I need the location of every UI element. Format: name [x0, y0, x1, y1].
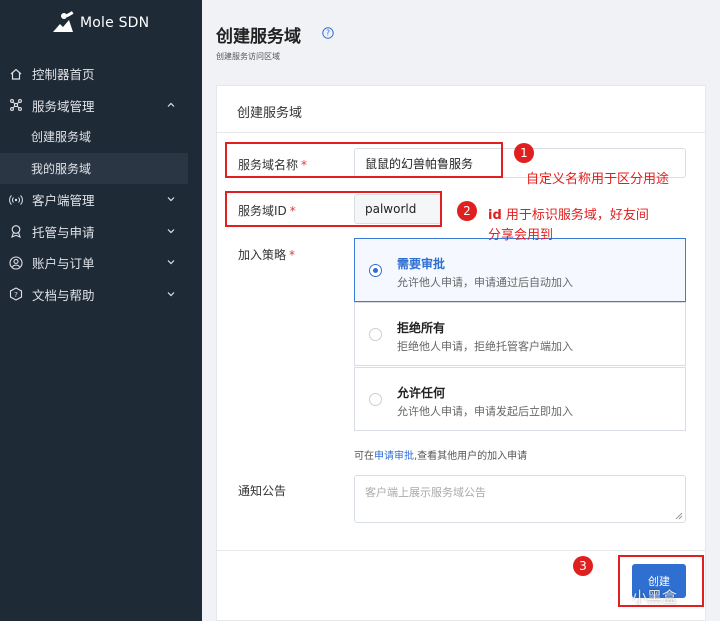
notice-textarea[interactable]: 客户端上展示服务域公告 — [354, 475, 686, 523]
chevron-down-icon — [167, 228, 175, 233]
user-icon — [8, 255, 24, 271]
sidebar-subitem-my-domains[interactable]: 我的服务域 — [0, 152, 188, 184]
resize-handle-icon[interactable] — [675, 512, 683, 520]
sidebar-subitem-label: 创建服务域 — [31, 130, 92, 145]
chevron-down-icon — [167, 291, 175, 296]
join-policy-label: 加入策略 * — [238, 248, 296, 262]
option-title: 允许任何 — [397, 386, 446, 400]
radio-unselected[interactable] — [369, 328, 382, 341]
sidebar-subitem-create-domain[interactable]: 创建服务域 — [0, 121, 202, 153]
svg-text:?: ? — [326, 29, 330, 38]
sidebar-item-hosting[interactable]: 托管与申请 — [0, 216, 202, 248]
sidebar-item-docs[interactable]: ? 文档与帮助 — [0, 279, 202, 311]
chevron-down-icon — [167, 260, 175, 265]
policy-option-allow-any[interactable]: 允许任何 允许他人申请，申请发起后立即加入 — [354, 367, 686, 431]
notice-label: 通知公告 — [238, 484, 287, 498]
page-header: 创建服务域 ? 创建服务访问区域 — [202, 0, 720, 70]
form-title: 创建服务域 — [237, 106, 303, 121]
logo-icon — [53, 11, 74, 32]
radio-selected[interactable] — [369, 264, 382, 277]
option-title: 拒绝所有 — [397, 321, 446, 335]
sidebar-item-domain-management[interactable]: 服务域管理 — [0, 90, 202, 122]
policy-hint: 可在申请审批,查看其他用户的加入申请 — [354, 451, 528, 462]
divider — [217, 132, 705, 133]
sidebar-item-account[interactable]: 账户与订单 — [0, 247, 202, 279]
option-desc: 允许他人申请，申请发起后立即加入 — [397, 405, 573, 418]
annotation-badge-3: 3 — [573, 556, 593, 576]
signal-icon — [8, 192, 24, 208]
sidebar-item-label: 账户与订单 — [32, 256, 95, 272]
page-subtitle: 创建服务访问区域 — [216, 52, 280, 61]
annotation-note-2: id 用于标识服务域，好友间 — [488, 208, 649, 223]
option-desc: 允许他人申请，申请通过后自动加入 — [397, 276, 573, 289]
svg-text:?: ? — [14, 291, 18, 299]
cluster-icon — [8, 97, 24, 113]
sidebar-item-home[interactable]: 控制器首页 — [0, 58, 202, 90]
sidebar-item-client-management[interactable]: 客户端管理 — [0, 184, 202, 216]
chevron-down-icon — [167, 197, 175, 202]
policy-option-require-approval[interactable]: 需要审批 允许他人申请，申请通过后自动加入 — [354, 238, 686, 302]
logo[interactable]: Mole SDN — [50, 6, 149, 40]
policy-option-reject-all[interactable]: 拒绝所有 拒绝他人申请，拒绝托管客户端加入 — [354, 302, 686, 366]
divider — [217, 550, 705, 551]
sidebar-subitem-label: 我的服务域 — [31, 161, 92, 176]
sidebar: Mole SDN 控制器首页 服务域管理 创建服务域 我的服务域 客户端管理 托… — [0, 0, 202, 621]
page-title: 创建服务域 — [216, 27, 301, 47]
sidebar-item-label: 托管与申请 — [32, 224, 95, 240]
annotation-badge-1: 1 — [514, 143, 534, 163]
annotation-note-2-line2: 分享会用到 — [488, 228, 554, 243]
annotation-badge-2: 2 — [457, 201, 477, 221]
option-desc: 拒绝他人申请，拒绝托管客户端加入 — [397, 340, 573, 353]
sidebar-item-label: 服务域管理 — [32, 98, 95, 114]
question-icon: ? — [8, 286, 24, 302]
annotation-note-1: 自定义名称用于区分用途 — [526, 172, 670, 187]
annotation-box-name — [225, 142, 503, 178]
radio-unselected[interactable] — [369, 393, 382, 406]
approval-link[interactable]: 申请审批 — [374, 451, 414, 462]
sidebar-nav: 控制器首页 服务域管理 创建服务域 我的服务域 客户端管理 托管与申请 账户与订… — [0, 58, 202, 310]
annotation-box-id — [225, 191, 442, 227]
watermark: 小黑盒 — [632, 588, 678, 606]
logo-text: Mole SDN — [80, 15, 150, 31]
sidebar-item-label: 文档与帮助 — [32, 287, 95, 303]
home-icon — [8, 66, 24, 82]
chevron-up-icon — [167, 102, 175, 107]
award-icon — [8, 223, 24, 239]
sidebar-item-label: 控制器首页 — [32, 67, 95, 83]
sidebar-item-label: 客户端管理 — [32, 193, 95, 209]
help-icon[interactable]: ? — [322, 27, 334, 39]
option-title: 需要审批 — [397, 257, 446, 271]
